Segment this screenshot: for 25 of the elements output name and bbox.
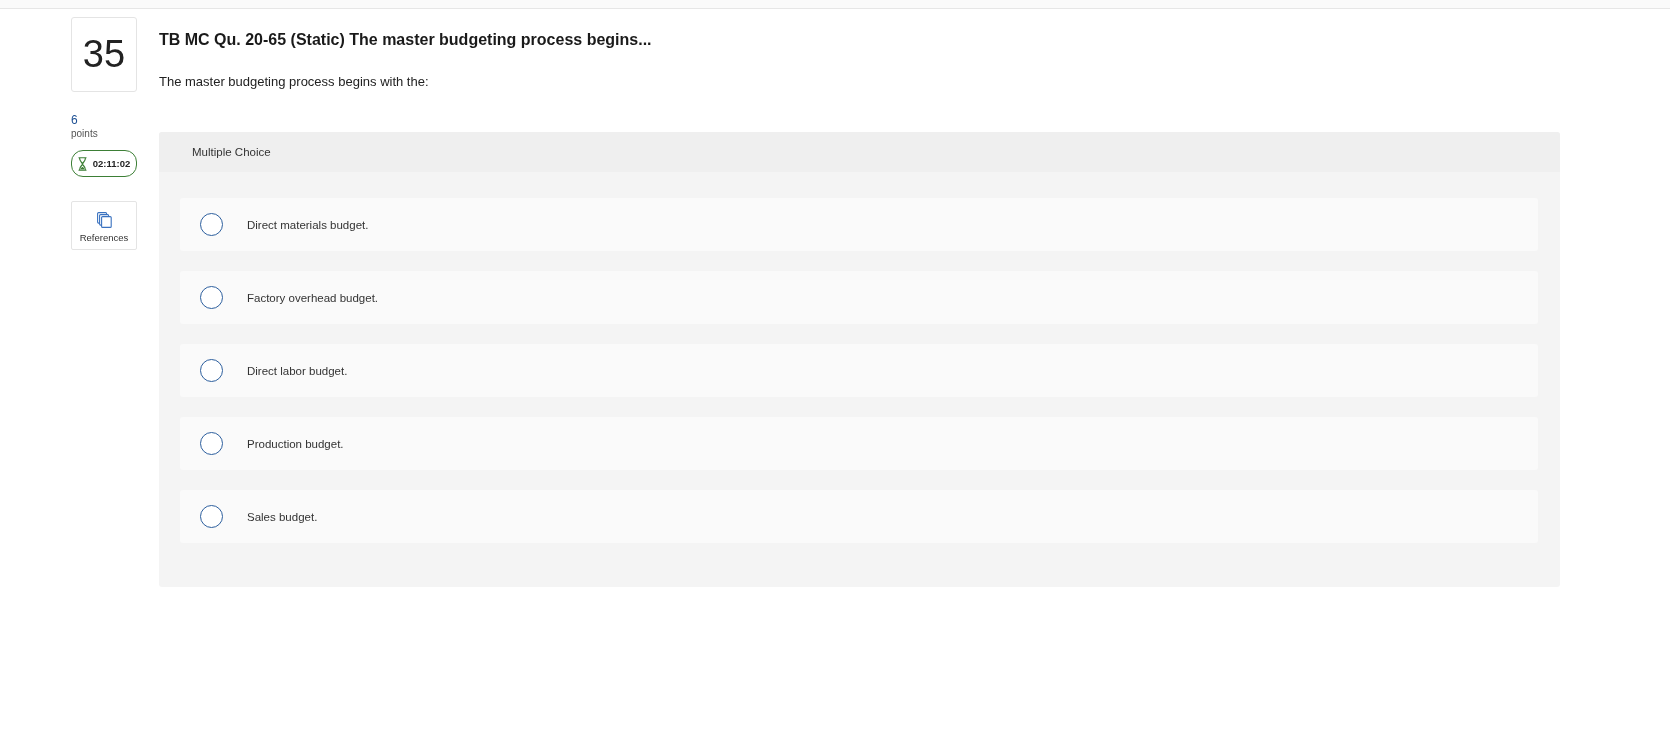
answer-option[interactable]: Factory overhead budget.: [180, 271, 1538, 324]
question-number: 35: [71, 17, 137, 92]
documents-icon: [96, 212, 112, 228]
question-prompt: The master budgeting process begins with the:: [159, 73, 429, 91]
answer-option[interactable]: Direct materials budget.: [180, 198, 1538, 251]
answer-option[interactable]: Sales budget.: [180, 490, 1538, 543]
references-button[interactable]: References: [71, 201, 137, 250]
option-label: Sales budget.: [247, 510, 318, 523]
option-label: Factory overhead budget.: [247, 291, 379, 304]
option-label: Production budget.: [247, 437, 344, 450]
points-label: points: [71, 127, 98, 140]
radio-button[interactable]: [200, 286, 223, 309]
timer-text: 02:11:02: [92, 158, 131, 169]
radio-button[interactable]: [200, 432, 223, 455]
hourglass-icon: [77, 156, 87, 171]
answer-option[interactable]: Direct labor budget.: [180, 344, 1538, 397]
option-label: Direct materials budget.: [247, 218, 369, 231]
radio-button[interactable]: [200, 505, 223, 528]
question-title: TB MC Qu. 20-65 (Static) The master budgeting process begins...: [159, 30, 652, 50]
question-type-label: Multiple Choice: [192, 146, 271, 158]
points-value: 6: [71, 114, 78, 127]
radio-button[interactable]: [200, 359, 223, 382]
option-label: Direct labor budget.: [247, 364, 348, 377]
answer-option[interactable]: Production budget.: [180, 417, 1538, 470]
radio-button[interactable]: [200, 213, 223, 236]
